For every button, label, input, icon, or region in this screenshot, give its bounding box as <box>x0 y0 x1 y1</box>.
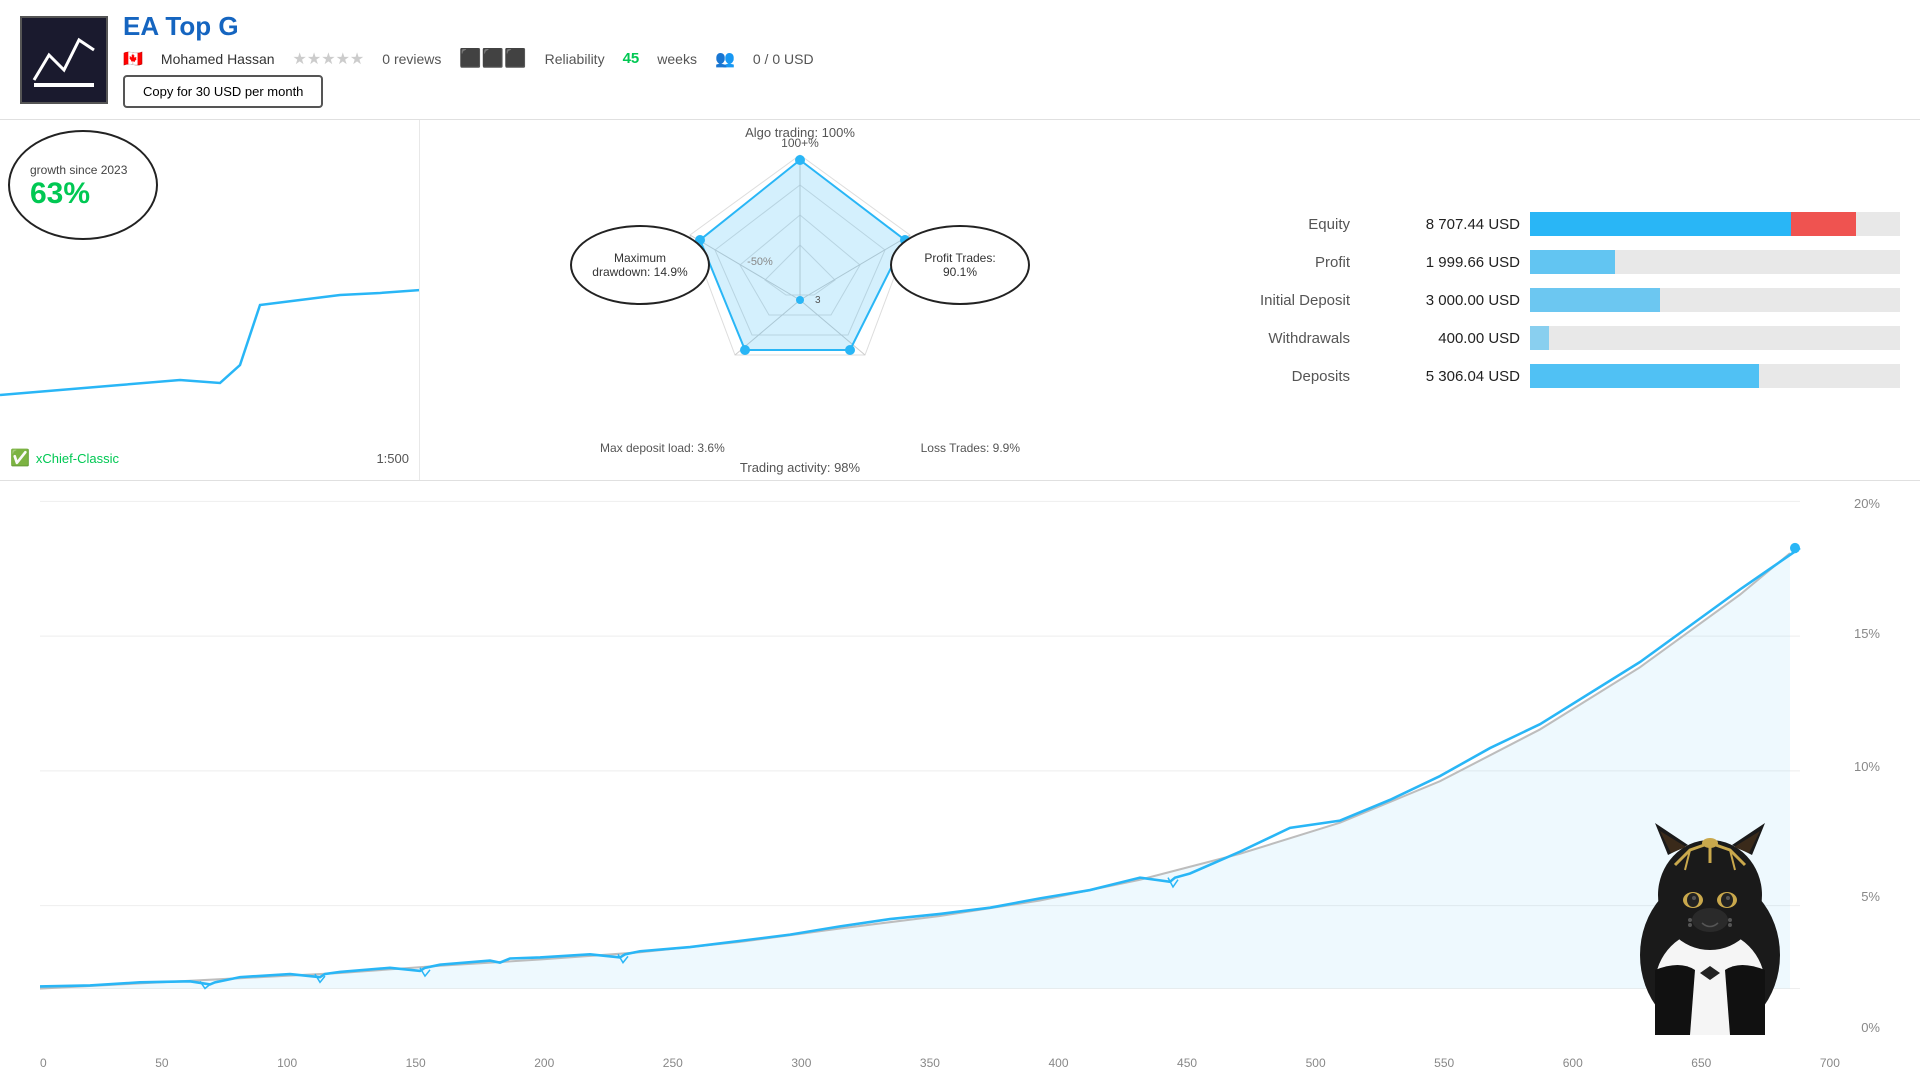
weeks-label: weeks <box>657 51 697 67</box>
max-drawdown-label: Maximum drawdown: 14.9% <box>590 251 690 279</box>
middle-section: 100+% 50% 3 -50% Algo trading: 100% Maxi… <box>420 120 1180 480</box>
withdrawals-bar-container <box>1530 326 1900 350</box>
y-axis-10: 10% <box>1854 759 1880 774</box>
growth-bubble: growth since 2023 63% <box>8 130 158 240</box>
x-50: 50 <box>155 1056 168 1070</box>
y-axis-0: 0% <box>1861 1020 1880 1035</box>
svg-text:3: 3 <box>815 295 821 306</box>
broker-row: ✅ xChief-Classic 1:500 <box>10 448 409 468</box>
x-150: 150 <box>406 1056 426 1070</box>
profit-label: Profit <box>1200 254 1350 271</box>
x-450: 450 <box>1177 1056 1197 1070</box>
x-300: 300 <box>791 1056 811 1070</box>
broker-name: ✅ xChief-Classic <box>10 448 119 468</box>
x-700: 700 <box>1820 1056 1840 1070</box>
withdrawals-label: Withdrawals <box>1200 330 1350 347</box>
broker-label: xChief-Classic <box>36 451 119 466</box>
reliability-icon: ⬛⬛⬛ <box>459 48 526 69</box>
x-200: 200 <box>534 1056 554 1070</box>
author-flag: 🇨🇦 <box>123 49 143 69</box>
x-0: 0 <box>40 1056 47 1070</box>
check-icon: ✅ <box>10 448 30 468</box>
x-600: 600 <box>1563 1056 1583 1070</box>
x-250: 250 <box>663 1056 683 1070</box>
copy-button[interactable]: Copy for 30 USD per month <box>123 75 323 108</box>
x-650: 650 <box>1691 1056 1711 1070</box>
bottom-chart <box>40 491 1840 1030</box>
app-title: EA Top G <box>123 11 814 42</box>
leverage: 1:500 <box>376 451 409 466</box>
left-section: growth since 2023 63% ✅ xChief-Classic 1… <box>0 120 420 480</box>
equity-value: 8 707.44 USD <box>1360 216 1520 233</box>
equity-bar <box>1530 212 1856 236</box>
profit-bar <box>1530 250 1615 274</box>
svg-text:-50%: -50% <box>747 256 773 268</box>
stars: ★★★★★ <box>293 49 365 69</box>
profit-trades-label: Profit Trades: 90.1% <box>910 251 1010 279</box>
max-deposit-label: Max deposit load: 3.6% <box>600 441 725 455</box>
profit-value: 1 999.66 USD <box>1360 254 1520 271</box>
initial-deposit-bar <box>1530 288 1660 312</box>
algo-trading-label: Algo trading: 100% <box>745 125 855 140</box>
profit-row: Profit 1 999.66 USD <box>1200 250 1900 274</box>
initial-deposit-row: Initial Deposit 3 000.00 USD <box>1200 288 1900 312</box>
initial-deposit-label: Initial Deposit <box>1200 292 1350 309</box>
reviews-count: 0 reviews <box>382 51 441 67</box>
withdrawals-bar <box>1530 326 1549 350</box>
users-count: 0 / 0 USD <box>753 51 814 67</box>
reliability-label: Reliability <box>545 51 605 67</box>
withdrawals-value: 400.00 USD <box>1360 330 1520 347</box>
stats-section: Equity 8 707.44 USD Profit 1 999.66 USD … <box>1180 120 1920 480</box>
x-100: 100 <box>277 1056 297 1070</box>
growth-value: 63% <box>30 177 131 211</box>
trading-activity-label: Trading activity: 98% <box>740 460 860 475</box>
users-icon: 👥 <box>715 49 735 69</box>
deposits-label: Deposits <box>1200 368 1350 385</box>
profit-trades-bubble: Profit Trades: 90.1% <box>890 225 1030 305</box>
deposits-bar <box>1530 364 1759 388</box>
deposits-bar-container <box>1530 364 1900 388</box>
x-350: 350 <box>920 1056 940 1070</box>
panther-mascot <box>1600 755 1820 1035</box>
initial-deposit-bar-container <box>1530 288 1900 312</box>
x-400: 400 <box>1048 1056 1068 1070</box>
x-500: 500 <box>1306 1056 1326 1070</box>
y-axis-5: 5% <box>1861 889 1880 904</box>
deposits-value: 5 306.04 USD <box>1360 368 1520 385</box>
loss-trades-label: Loss Trades: 9.9% <box>921 441 1020 455</box>
max-drawdown-bubble: Maximum drawdown: 14.9% <box>570 225 710 305</box>
header: EA Top G 🇨🇦 Mohamed Hassan ★★★★★ 0 revie… <box>0 0 1920 120</box>
equity-bar-container <box>1530 212 1900 236</box>
radar-container: 100+% 50% 3 -50% Algo trading: 100% Maxi… <box>570 125 1030 475</box>
deposits-row: Deposits 5 306.04 USD <box>1200 364 1900 388</box>
app-logo <box>20 16 108 104</box>
y-axis-15: 15% <box>1854 626 1880 641</box>
profit-bar-container <box>1530 250 1900 274</box>
initial-deposit-value: 3 000.00 USD <box>1360 292 1520 309</box>
equity-row: Equity 8 707.44 USD <box>1200 212 1900 236</box>
author-name: Mohamed Hassan <box>161 51 275 67</box>
x-550: 550 <box>1434 1056 1454 1070</box>
equity-label: Equity <box>1200 216 1350 233</box>
x-axis-labels: 0 50 100 150 200 250 300 350 400 450 500… <box>40 1056 1840 1070</box>
bottom-section: 20% 15% 10% 5% 0% 0 50 100 150 200 250 3… <box>0 481 1920 1080</box>
y-axis-20: 20% <box>1854 496 1880 511</box>
weeks-value: 45 <box>623 50 640 67</box>
withdrawals-row: Withdrawals 400.00 USD <box>1200 326 1900 350</box>
logo-svg <box>29 25 99 95</box>
panther-svg <box>1600 755 1820 1035</box>
growth-label: growth since 2023 <box>30 163 131 177</box>
